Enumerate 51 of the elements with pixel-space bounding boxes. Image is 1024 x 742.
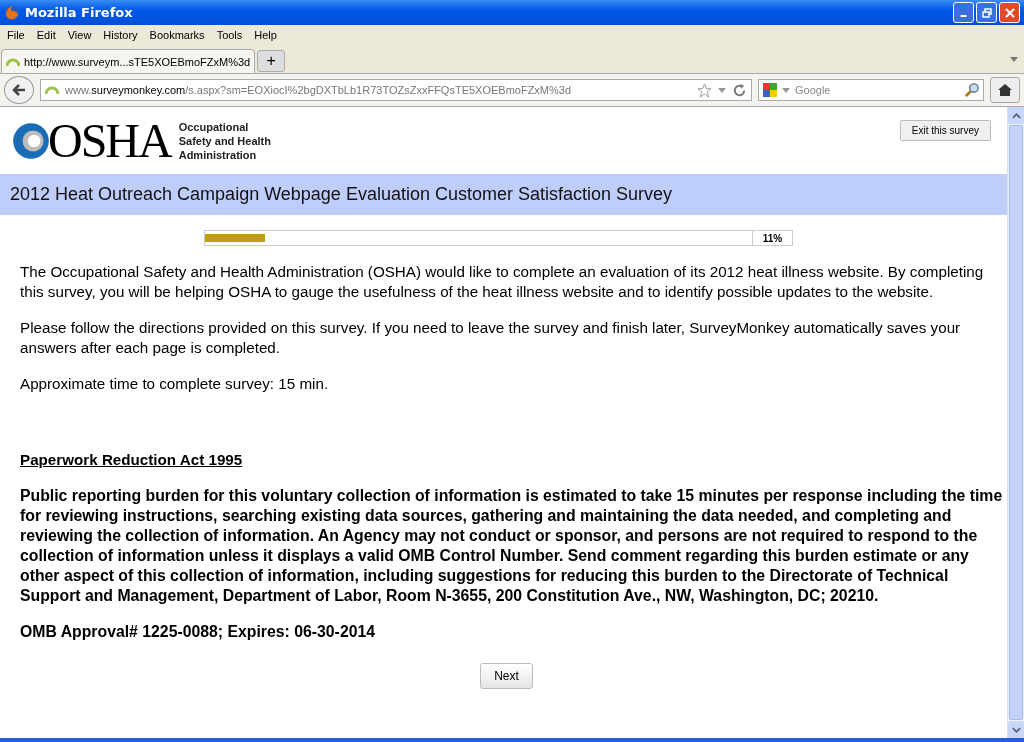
window-title: Mozilla Firefox bbox=[25, 5, 134, 20]
logo-text: Administration bbox=[178, 148, 258, 162]
close-button[interactable] bbox=[999, 2, 1020, 23]
exit-survey-button[interactable]: Exit this survey bbox=[899, 120, 991, 141]
scroll-down-icon[interactable] bbox=[1011, 726, 1021, 733]
url-text: www.surveymonkey.com/s.aspx?sm=EOXiocI%2bgDXTbLb1R73TOZsZxxFFQsTE5XOEBmoFZxM%3d bbox=[65, 84, 573, 96]
browser-tab[interactable]: http://www.surveym...sTE5XOEBmoFZxM%3d bbox=[1, 49, 256, 73]
logo-text: Occupational bbox=[178, 120, 250, 134]
logo-ring-icon bbox=[10, 120, 52, 162]
menu-item[interactable]: Bookmarks bbox=[144, 29, 212, 41]
home-button[interactable] bbox=[990, 77, 1020, 103]
search-field[interactable]: Google bbox=[758, 79, 984, 101]
loading-icon bbox=[6, 56, 20, 67]
address-field[interactable]: www.surveymonkey.com/s.aspx?sm=EOXiocI%2bgDXTbLb1R73TOZsZxxFFQsTE5XOEBmoFZxM%3d bbox=[40, 79, 752, 101]
loading-icon bbox=[45, 85, 59, 95]
omb-approval: OMB Approval# 1225-0088; Expires: 06-30-2014 bbox=[20, 622, 377, 642]
next-button[interactable]: Next bbox=[480, 663, 533, 689]
close-icon bbox=[1004, 7, 1015, 18]
act-heading: Paperwork Reduction Act 1995 bbox=[20, 450, 243, 470]
progress-reading: 11% bbox=[753, 230, 793, 246]
reload-icon[interactable] bbox=[732, 82, 747, 98]
menu-item[interactable]: Help bbox=[249, 29, 284, 41]
logo-wordmark: OSHA bbox=[48, 119, 171, 163]
tab-list-icon[interactable] bbox=[1010, 57, 1018, 62]
menu-item[interactable]: History bbox=[98, 29, 145, 41]
intro-paragraph: Approximate time to complete survey: 15 min. bbox=[20, 374, 330, 394]
new-tab-button[interactable]: + bbox=[257, 50, 286, 72]
home-icon bbox=[997, 82, 1013, 98]
menu-item[interactable]: View bbox=[62, 29, 99, 41]
back-arrow-icon bbox=[11, 82, 27, 98]
act-paragraph: Public reporting burden for this voluntary collection of information is estimated to take 15 minutes per response including the time for reviewing instructions, searching existing data sources, gathering and maintaining the data needed, and completing and reviewing the collection of information. An Agency may not conduct or sponsor, and persons are not required to respond to the collection of information unless it displays a valid OMB Control Number. Send comment regarding this burden estimate or any other aspect of this collection of information, including suggestions for reducing this burden to the Directorate of Technical Support and Management, Department of Labor, Room N-3655, 200 Constitution Ave., NW, Washington, DC; 20210. bbox=[20, 486, 1003, 606]
back-button[interactable] bbox=[4, 76, 34, 104]
menu-item[interactable]: File bbox=[2, 29, 32, 41]
dropdown-icon[interactable] bbox=[782, 88, 790, 93]
star-icon[interactable] bbox=[697, 82, 712, 98]
search-icon[interactable] bbox=[965, 82, 980, 97]
minimize-button[interactable] bbox=[953, 2, 974, 23]
search-engine-icon[interactable] bbox=[762, 82, 778, 98]
menu-item[interactable]: Tools bbox=[211, 29, 250, 41]
logo-text: Safety and Health bbox=[178, 134, 271, 148]
intro-paragraph: The Occupational Safety and Health Administration (OSHA) would like to complete an evaluation of its 2012 heat illness website. By completing this survey, you will be helping OSHA to gauge the usefulness of the heat illness website and to identify possible updates to the website. bbox=[20, 262, 985, 302]
menu-item[interactable]: Edit bbox=[31, 29, 63, 41]
restore-icon bbox=[981, 7, 992, 18]
intro-paragraph: Please follow the directions provided on this survey. If you need to leave the survey and finish later, SurveyMonkey automatically saves your answers after each page is completed. bbox=[20, 318, 962, 358]
dropdown-icon[interactable] bbox=[718, 87, 726, 93]
scroll-up-icon[interactable] bbox=[1011, 112, 1021, 119]
scrollbar[interactable] bbox=[1007, 107, 1024, 738]
restore-button[interactable] bbox=[976, 2, 997, 23]
minimize-icon bbox=[960, 14, 967, 17]
browser-logo-icon bbox=[4, 4, 20, 21]
survey-title: 2012 Heat Outreach Campaign Webpage Evaluation Customer Satisfaction Survey bbox=[10, 184, 673, 205]
